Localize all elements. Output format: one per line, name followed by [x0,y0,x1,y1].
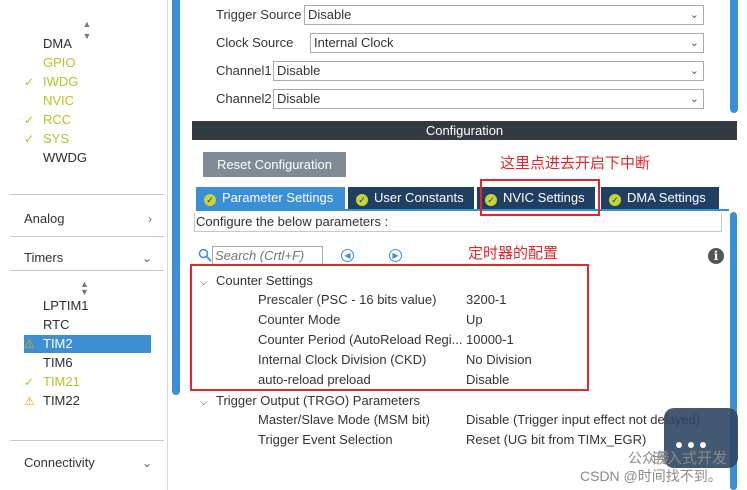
search-row: ◀ ▶ i [198,246,724,265]
chevron-down-icon: ⌄ [689,37,699,49]
check-icon: ✓ [24,113,35,127]
annotation-box-counter [190,264,589,391]
sidebar-item-tim21[interactable]: ✓ TIM21 [24,373,80,391]
sidebar-item-rcc[interactable]: ✓ RCC [24,111,71,129]
divider [10,194,164,195]
check-icon: ✓ [24,75,35,89]
sidebar-item-tim2[interactable]: ⚠ TIM2 [24,335,151,353]
scroll-up-icon[interactable]: ▲ ▼ [80,18,94,41]
tabs-underline [196,209,729,211]
annotation-box-nvic [480,179,600,216]
chevron-down-icon: ⌄ [689,65,699,77]
check-icon: ✓ [24,132,35,146]
tab-dma-settings[interactable]: ✓ DMA Settings [601,187,719,209]
sidebar-item-rtc[interactable]: RTC [24,316,69,334]
group-trgo-parameters[interactable]: ⌵ Trigger Output (TRGO) Parameters [200,391,420,410]
chevron-down-icon: ⌄ [141,456,152,470]
scroll-icon[interactable]: ▲ ▼ [80,280,89,297]
sidebar-item-lptim1[interactable]: LPTIM1 [24,297,89,315]
watermark-brand: 嵌入式开发 [652,450,728,467]
sidebar-item-gpio[interactable]: GPIO [24,54,76,72]
check-circle-icon: ✓ [356,194,368,206]
chevron-down-icon: ⌄ [689,9,699,21]
sidebar-item-sys[interactable]: ✓ SYS [24,130,69,148]
param-row[interactable]: Master/Slave Mode (MSM bit) Disable (Tri… [192,410,722,430]
sidebar-item-nvic[interactable]: NVIC [24,92,74,110]
check-icon: ✓ [24,375,35,389]
divider [10,236,164,237]
reset-configuration-button[interactable]: Reset Configuration [203,152,346,177]
sidebar-splitter[interactable] [172,0,180,395]
mode-scrollbar[interactable] [730,0,738,113]
annotation-nvic-note: 这里点进去开启下中断 [500,155,651,172]
channel1-select[interactable]: Disable ⌄ [273,61,704,81]
chevron-down-icon: ⌄ [141,251,152,265]
divider [10,270,164,271]
sidebar-item-iwdg[interactable]: ✓ IWDG [24,73,78,91]
previous-result-icon[interactable]: ◀ [341,249,354,262]
category-connectivity[interactable]: Connectivity ⌄ [24,454,154,472]
left-sidebar: ▲ ▼ DMA GPIO ✓ IWDG NVIC ✓ RCC ✓ SYS WWDG An… [0,0,168,490]
search-icon [198,248,212,262]
chevron-right-icon: › [148,212,152,226]
sidebar-item-wwdg[interactable]: WWDG [24,149,87,167]
chevron-down-icon: ⌄ [689,93,699,105]
tab-parameter-settings[interactable]: ✓ Parameter Settings [196,187,345,209]
param-row[interactable]: Trigger Event Selection Reset (UG bit fr… [192,430,722,450]
sidebar-item-dma[interactable]: DMA [24,35,72,53]
channel2-select[interactable]: Disable ⌄ [273,89,704,109]
tab-user-constants[interactable]: ✓ User Constants [348,187,474,209]
config-tabs: ✓ Parameter Settings ✓ User Constants ✓ NVI… [196,187,729,209]
info-icon[interactable]: i [708,248,724,264]
divider [10,440,164,441]
watermark-source: CSDN @时间找不到。 [580,468,722,484]
next-result-icon[interactable]: ▶ [389,249,402,262]
category-timers[interactable]: Timers ⌄ [24,249,154,267]
warning-icon: ⚠ [24,394,35,408]
search-input[interactable] [212,246,323,265]
clock-source-select[interactable]: Internal Clock ⌄ [310,33,704,53]
annotation-timer-note: 定时器的配置 [468,245,559,262]
category-analog[interactable]: Analog › [24,210,154,228]
configuration-header: Configuration [192,121,737,140]
sidebar-item-tim6[interactable]: TIM6 [24,354,73,372]
trigger-source-select[interactable]: Disable ⌄ [304,5,704,25]
warning-icon: ⚠ [24,337,35,351]
configure-label: Configure the below parameters : [194,213,722,232]
mode-panel: Trigger Source Disable ⌄ Clock Source In… [192,0,737,113]
check-circle-icon: ✓ [609,194,621,206]
sidebar-item-tim22[interactable]: ⚠ TIM22 [24,392,80,410]
check-circle-icon: ✓ [204,194,216,206]
